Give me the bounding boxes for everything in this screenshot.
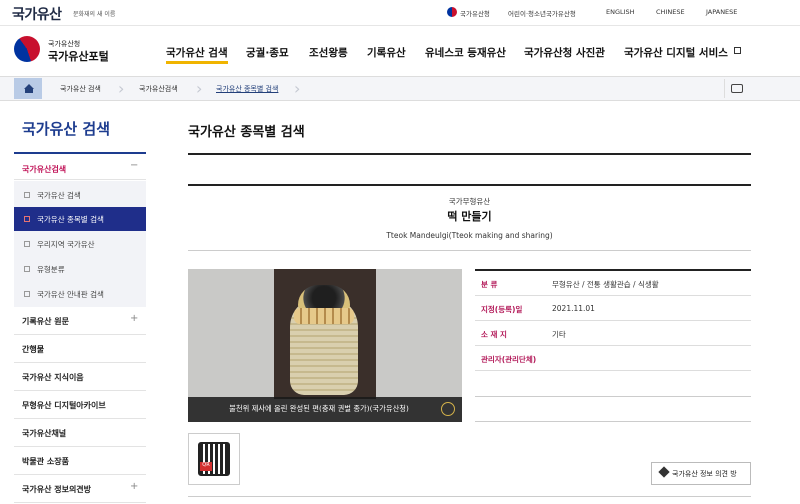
collapse-icon[interactable]: − — [130, 160, 138, 171]
heritage-name: 떡 만들기 — [447, 210, 492, 223]
util-link-khs[interactable]: 국가유산청 — [460, 8, 490, 18]
lnb-item-label: 국가유산 정보의견방 — [22, 485, 92, 494]
lnb-item-label: 간행물 — [22, 345, 45, 354]
chevron-right-icon: › — [196, 79, 203, 98]
info-key: 소 재 지 — [481, 330, 507, 339]
info-value: 기타 — [552, 330, 566, 339]
lnb-item-label: 국가유산 지식이음 — [22, 373, 84, 382]
gnb-royal-tombs[interactable]: 조선왕릉 — [309, 45, 348, 60]
lnb-item-label: 기록유산 원문 — [22, 317, 69, 326]
lnb-item-label: 국가유산채널 — [22, 429, 67, 438]
qr-label: QR — [200, 462, 212, 471]
bullet-icon — [24, 192, 30, 198]
info-value: 무형유산 / 전통 생활관습 / 식생활 — [552, 280, 659, 289]
gnb-documentary-heritage[interactable]: 기록유산 — [367, 45, 406, 60]
zoom-icon[interactable] — [441, 402, 455, 416]
gnb-digital-services[interactable]: 국가유산 디지털 서비스 — [624, 45, 728, 60]
external-link-icon — [734, 47, 741, 54]
lnb-group-label: 국가유산검색 — [22, 165, 67, 174]
print-icon — [731, 84, 743, 93]
lnb-sub-type-classification[interactable] — [14, 257, 146, 281]
site-logo-subtitle: 문화재의 새 이름 — [73, 11, 116, 18]
chevron-right-icon: › — [118, 79, 125, 98]
info-value: 2021.11.01 — [552, 304, 595, 313]
info-key: 지정(등록)일 — [481, 305, 523, 314]
site-logo[interactable]: 국가유산 — [12, 4, 62, 24]
tteok-band-image — [294, 308, 354, 324]
chevron-right-icon: › — [294, 79, 301, 98]
divider — [475, 396, 751, 397]
photo-caption: 불천위 제사에 올린 완성된 편(충재 권벌 종가)(국가유산청) — [229, 404, 409, 413]
lnb-sub-label: 국가유산 안내판 검색 — [37, 290, 104, 299]
util-link-english[interactable]: ENGLISH — [606, 8, 635, 16]
page-title: 국가유산 종목별 검색 — [188, 125, 305, 140]
info-key: 관리자(관리단체) — [481, 355, 537, 364]
heritage-category: 국가무형유산 — [448, 197, 491, 206]
expand-icon[interactable]: + — [130, 481, 138, 492]
bullet-icon — [24, 291, 30, 297]
breadcrumb-level1[interactable]: 국가유산 검색 — [60, 84, 101, 94]
lnb-item-label: 박물관 소장품 — [22, 457, 69, 466]
info-row — [475, 321, 751, 346]
info-key: 분 류 — [481, 280, 498, 289]
gnb-palaces[interactable]: 궁궐·종묘 — [246, 45, 289, 60]
lnb-title: 국가유산 검색 — [22, 120, 111, 138]
divider — [188, 184, 751, 186]
home-icon-base — [25, 89, 33, 93]
breadcrumb-level2[interactable]: 국가유산검색 — [139, 84, 178, 94]
lnb-item-label: 무형유산 디지털아카이브 — [22, 401, 106, 410]
portal-title[interactable]: 국가유산포털 — [48, 48, 109, 64]
divider — [475, 421, 751, 422]
lnb-sub-label: 우리지역 국가유산 — [37, 240, 95, 249]
khs-emblem-icon — [447, 7, 457, 17]
expand-icon[interactable]: + — [130, 313, 138, 324]
portal-emblem-icon[interactable] — [14, 36, 40, 62]
breadcrumb-current[interactable]: 국가유산 종목별 검색 — [216, 84, 278, 94]
heritage-name-english: Tteok Mandeulgi(Tteok making and sharing… — [386, 231, 553, 240]
bullet-icon — [24, 216, 30, 222]
gnb-heritage-search[interactable]: 국가유산 검색 — [166, 45, 228, 64]
util-link-japanese[interactable]: JAPANESE — [706, 8, 737, 16]
divider — [188, 250, 751, 251]
gnb-unesco[interactable]: 유네스코 등재유산 — [425, 45, 506, 60]
lnb-sub-label: 국가유산 종목별 검색 — [37, 215, 104, 224]
util-link-kids[interactable]: 어린이·청소년국가유산청 — [508, 8, 576, 18]
lnb-divider — [14, 152, 146, 154]
bullet-icon — [24, 241, 30, 247]
divider — [188, 153, 751, 155]
bullet-icon — [24, 266, 30, 272]
util-link-chinese[interactable]: CHINESE — [656, 8, 685, 16]
lnb-sub-label: 유형분류 — [37, 265, 65, 274]
divider — [188, 496, 751, 497]
lnb-sub-label: 국가유산 검색 — [37, 191, 81, 200]
gnb-photo-gallery[interactable]: 국가유산청 사진관 — [524, 45, 605, 60]
